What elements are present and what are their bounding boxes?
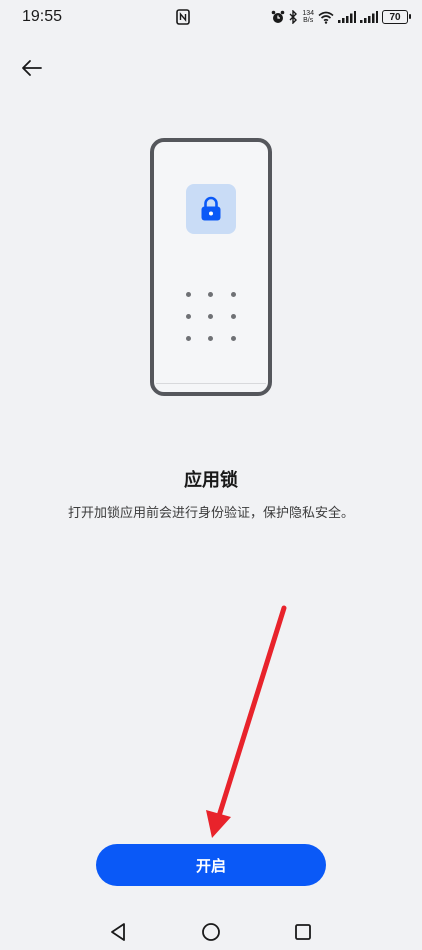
nav-back-button[interactable] [104,918,132,946]
network-speed-unit: B/s [303,17,314,24]
network-speed-value: 134 [302,10,314,17]
keypad-dot [222,327,245,349]
enable-button[interactable]: 开启 [96,844,326,886]
status-icons: 134 B/s 70 [271,7,411,27]
keypad-dot [222,283,245,305]
back-triangle-icon [111,923,125,941]
signal-icon-2 [360,11,378,23]
nav-recents-button[interactable] [289,918,317,946]
app-lock-screen: 19:55 134 B/s 70 应用锁 打开加锁应用前会进行身份验证，保护隐私… [0,0,422,950]
nav-home-button[interactable] [197,918,225,946]
bluetooth-icon [289,10,298,24]
keypad-dot [222,305,245,327]
status-bar: 19:55 134 B/s 70 [0,0,422,34]
page-description: 打开加锁应用前会进行身份验证，保护隐私安全。 [67,506,354,521]
network-speed: 134 B/s [302,10,314,24]
nfc-icon [176,9,190,25]
keypad-dot [177,305,200,327]
lock-icon [201,196,221,221]
signal-icon [338,11,356,23]
phone-illustration [150,138,272,396]
wifi-icon [318,11,334,24]
pin-keypad-dots [177,283,245,349]
recents-square-icon [295,924,311,940]
back-button[interactable] [14,50,50,86]
page-title: 应用锁 [184,470,238,491]
keypad-dot [200,283,223,305]
keypad-dot [200,305,223,327]
navigation-bar [0,912,422,950]
keypad-dot [177,327,200,349]
back-arrow-icon [22,60,42,76]
alarm-icon [272,10,285,23]
status-time: 19:55 [22,8,63,25]
keypad-dot [177,283,200,305]
battery-icon: 70 [382,10,411,24]
battery-level: 70 [389,11,401,23]
lock-tile [186,184,236,234]
home-circle-icon [202,923,220,941]
keypad-dot [200,327,223,349]
